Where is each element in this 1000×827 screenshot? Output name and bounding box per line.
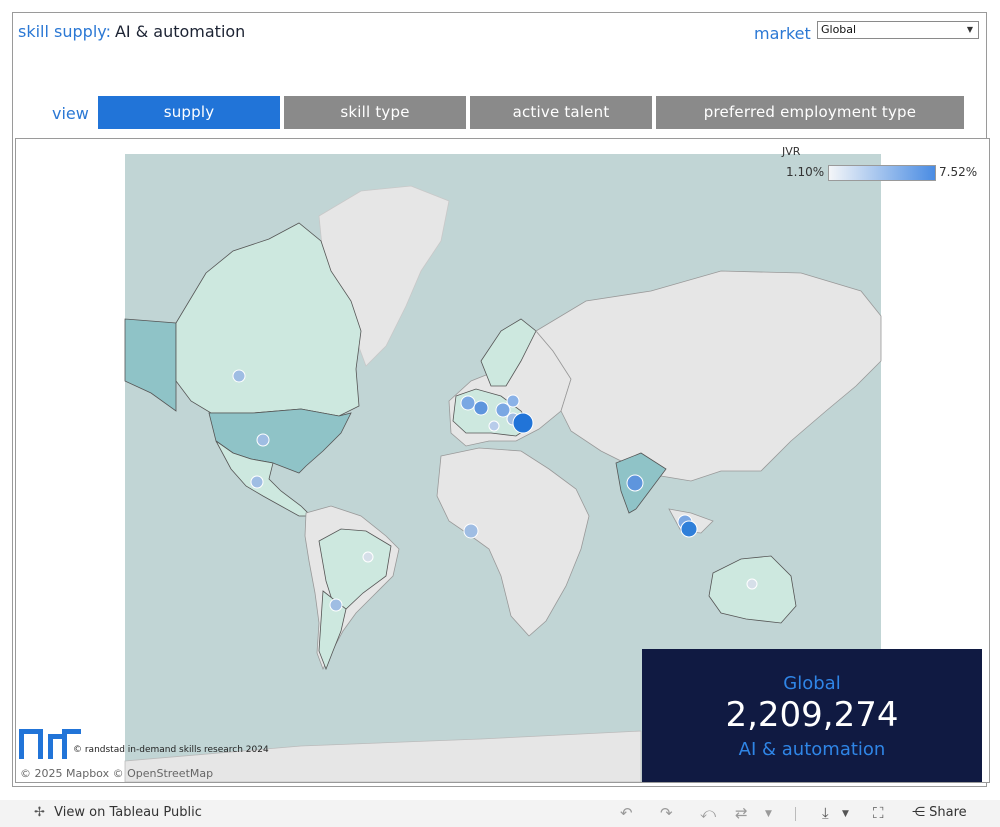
map-attribution[interactable]: © 2025 Mapbox © OpenStreetMap	[20, 767, 213, 780]
redo-icon[interactable]: ↷	[660, 804, 673, 822]
tab-skill-type[interactable]: skill type	[284, 96, 466, 129]
share-icon: ⋲	[912, 805, 925, 820]
chevron-down-icon[interactable]: ▼	[765, 809, 772, 819]
refresh-icon[interactable]: ⇄	[735, 804, 748, 822]
marker-usa	[256, 433, 270, 447]
marker-mexico	[250, 475, 264, 489]
summary-market: Global	[783, 673, 841, 694]
market-dropdown[interactable]: Global ▼	[817, 21, 979, 39]
research-credit: © randstad in-demand skills research 202…	[73, 745, 269, 755]
marker-canada	[232, 369, 246, 383]
legend-max-value: 7.52%	[939, 165, 978, 179]
legend-min-value: 1.10%	[786, 165, 825, 179]
marker-nigeria	[463, 523, 479, 539]
legend-title: JVR	[782, 145, 801, 158]
tableau-icon: ✢	[34, 805, 45, 820]
download-icon[interactable]: ⤓	[822, 804, 829, 822]
share-button[interactable]: ⋲ Share	[912, 805, 967, 820]
download-chevron-icon[interactable]: ▼	[842, 809, 849, 819]
toolbar-divider	[795, 807, 796, 821]
undo-icon[interactable]: ↶	[620, 804, 633, 822]
marker-singapore	[680, 520, 698, 538]
view-on-tableau-public-link[interactable]: ✢ View on Tableau Public	[34, 805, 202, 820]
legend-color-bar	[828, 165, 936, 181]
marker-france	[488, 420, 500, 432]
chevron-down-icon: ▼	[966, 25, 973, 34]
tableau-toolbar: ✢ View on Tableau Public ↶ ↷ ⤺ ⇄ ▼ ⤓ ▼ ⛶…	[0, 800, 1000, 827]
marker-india	[626, 474, 644, 492]
marker-australia	[746, 578, 758, 590]
summary-skill: AI & automation	[738, 739, 886, 760]
marker-argentina	[329, 598, 343, 612]
tab-active-talent[interactable]: active talent	[470, 96, 652, 129]
marker-romania	[512, 412, 534, 434]
summary-card: Global 2,209,274 AI & automation	[642, 649, 982, 782]
marker-germany	[495, 402, 511, 418]
summary-count: 2,209,274	[725, 695, 899, 735]
page-title: skill supply: AI & automation	[18, 22, 245, 42]
market-label: market	[754, 24, 811, 43]
tab-supply[interactable]: supply	[98, 96, 280, 129]
revert-icon[interactable]: ⤺	[700, 804, 716, 822]
share-label: Share	[929, 805, 967, 820]
randstad-logo	[19, 729, 81, 759]
tab-preferred-employment-type[interactable]: preferred employment type	[656, 96, 964, 129]
marker-belgium	[473, 400, 489, 416]
title-value: AI & automation	[114, 22, 246, 41]
market-selected-value: Global	[821, 23, 857, 36]
marker-brazil	[362, 551, 374, 563]
view-label: view	[52, 104, 89, 123]
view-on-label: View on Tableau Public	[54, 805, 202, 820]
title-label: skill supply:	[18, 22, 111, 41]
fullscreen-icon[interactable]: ⛶	[873, 804, 884, 822]
marker-uk	[460, 395, 476, 411]
marker-poland	[506, 394, 520, 408]
